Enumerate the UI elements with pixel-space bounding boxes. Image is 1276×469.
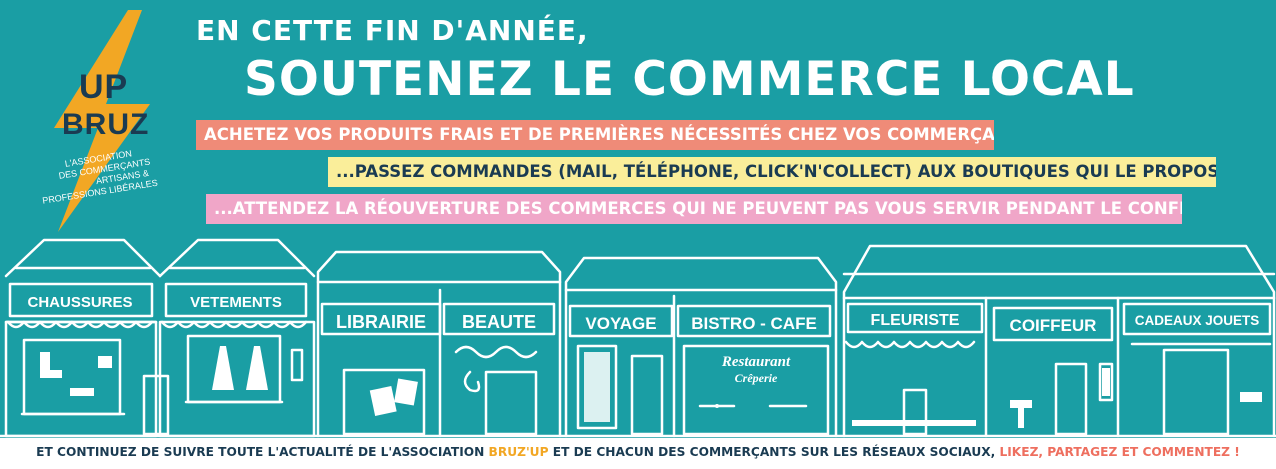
- shop-sign-voyage: VOYAGE: [585, 314, 656, 333]
- shop-street-illustration: CHAUSSURES VETEMENTS LIBRAIRIE BEAUTE VO…: [0, 238, 1276, 438]
- shop-sign-fleuriste: FLEURISTE: [871, 312, 960, 329]
- shop-sign-chaussures: CHAUSSURES: [27, 294, 132, 311]
- shoe-shop: [4, 238, 170, 438]
- footer-text-2: ET DE CHACUN DES COMMERÇANTS SUR LES RÉS…: [548, 445, 1000, 459]
- footer-brand: BRUZ'UP: [488, 445, 549, 459]
- shop-sign-cadeaux: CADEAUX JOUETS: [1135, 313, 1260, 328]
- handbag-icon: [98, 356, 112, 368]
- boot-icon: [40, 352, 62, 378]
- shoe-icon: [70, 388, 94, 396]
- table-icon: [715, 404, 719, 408]
- brochure-rack-icon: [584, 352, 610, 422]
- shop-sign-bistro: BISTRO - CAFE: [691, 314, 817, 333]
- dress-icon: [212, 346, 234, 390]
- restaurant-sign-line1: Restaurant: [721, 354, 791, 370]
- barber-chair-icon: [1010, 400, 1032, 428]
- library-beauty-building: [316, 250, 562, 438]
- toy-sign-icon: [1240, 392, 1262, 402]
- bookstack-icon: [369, 385, 397, 416]
- book-icon: [394, 378, 418, 406]
- footer-message: ET CONTINUEZ DE SUIVRE TOUTE L'ACTUALITÉ…: [0, 438, 1276, 469]
- shop-sign-beaute: BEAUTE: [462, 312, 536, 332]
- footer-text-1: ET CONTINUEZ DE SUIVRE TOUTE L'ACTUALITÉ…: [36, 445, 489, 459]
- restaurant-sign-line2: Crêperie: [735, 371, 778, 385]
- barber-pole-icon: [1102, 368, 1110, 396]
- flower-pots-icon: [852, 420, 976, 426]
- footer-call-to-action: LIKEZ, PARTAGEZ ET COMMENTEZ !: [999, 445, 1240, 459]
- dress-icon-2: [246, 346, 268, 390]
- shop-sign-librairie: LIBRAIRIE: [336, 312, 426, 332]
- shop-sign-coiffeur: COIFFEUR: [1010, 316, 1097, 335]
- shop-sign-vetements: VETEMENTS: [190, 294, 282, 311]
- florist-hair-toys-building: [842, 244, 1276, 438]
- promo-banner: UP BRUZ L'ASSOCIATION DES COMMERÇANTS AR…: [0, 0, 1276, 469]
- clothes-shop: [158, 238, 316, 438]
